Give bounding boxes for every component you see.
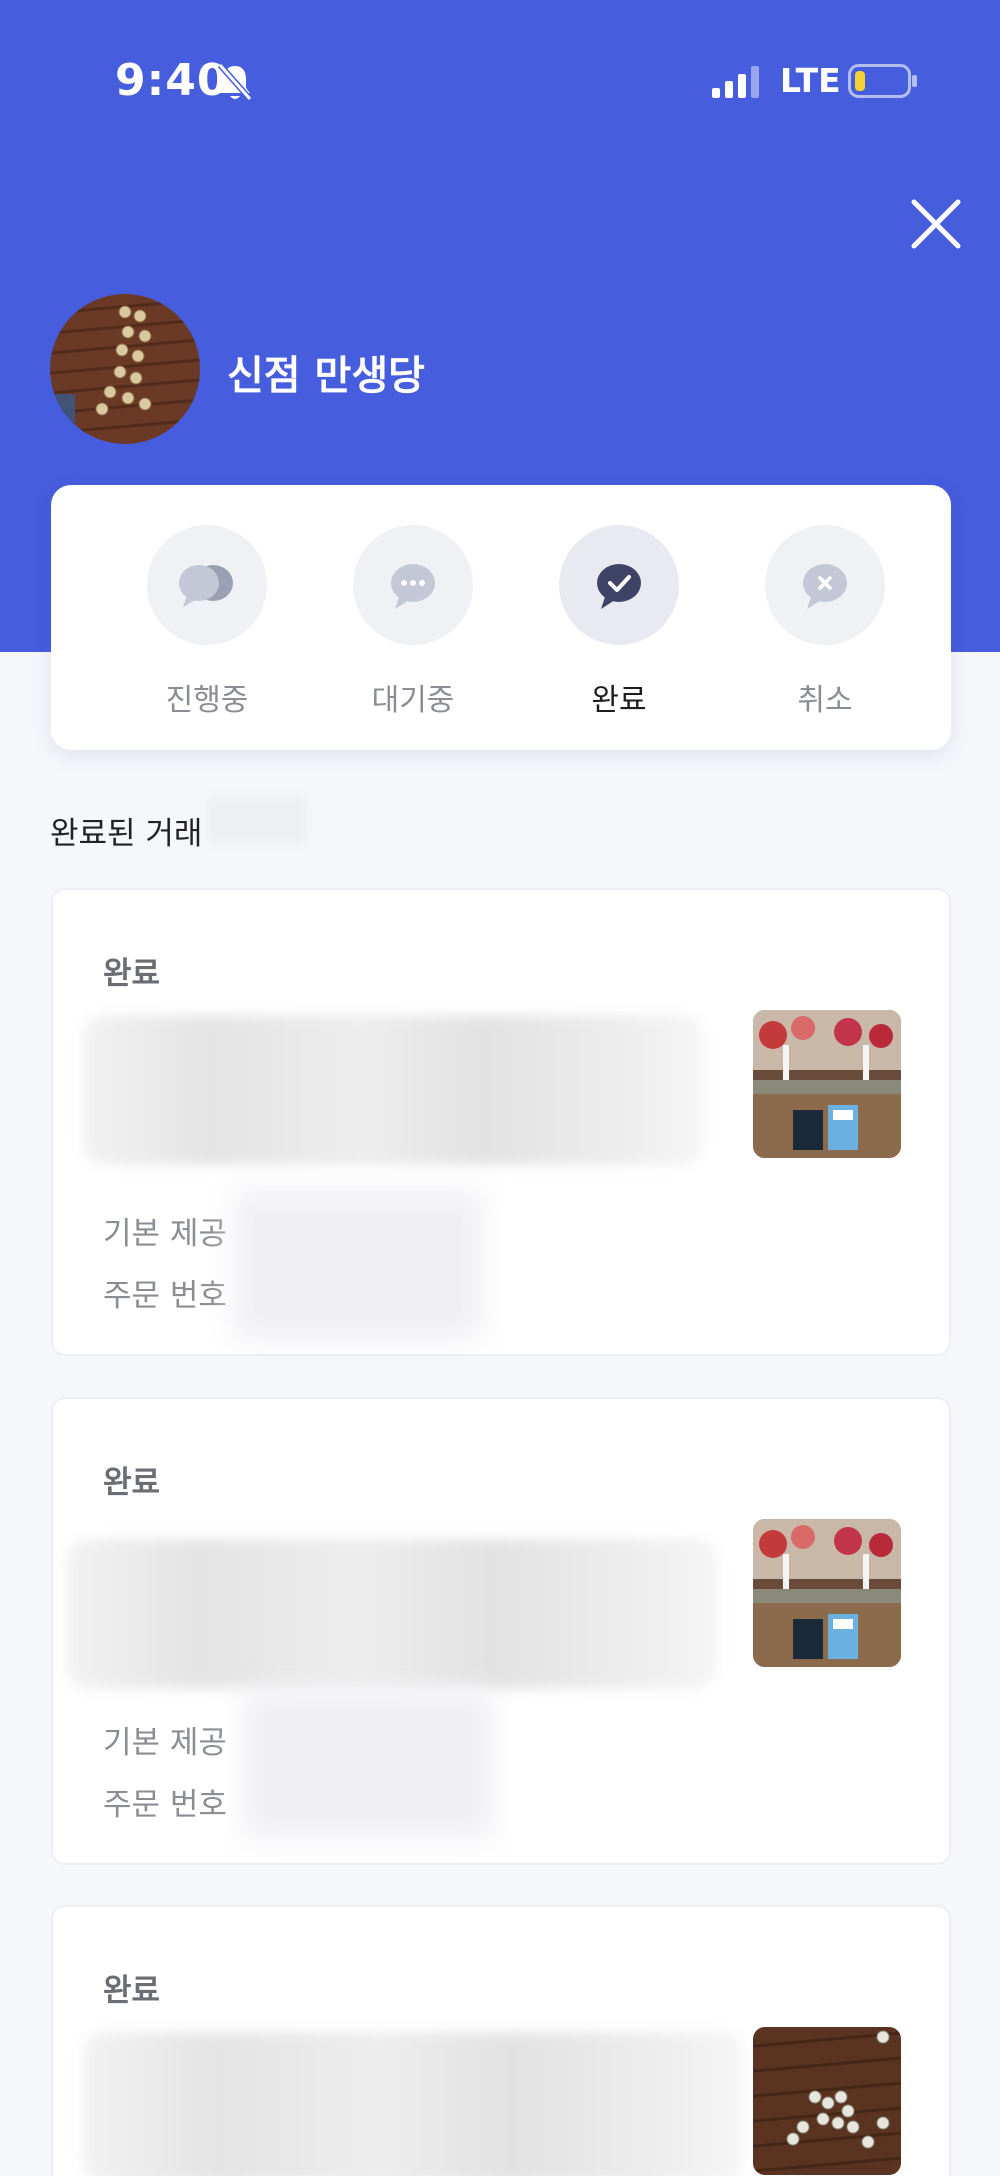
- redacted-title: [83, 1015, 703, 1165]
- redacted-title: [67, 1539, 717, 1689]
- redacted-count: [207, 795, 307, 845]
- chat-bubbles-icon: [179, 565, 233, 607]
- transaction-card[interactable]: 완료: [51, 1905, 951, 2176]
- store-avatar: [50, 294, 200, 444]
- tab-label: 취소: [797, 683, 853, 718]
- close-icon[interactable]: [908, 196, 964, 252]
- tab-cancelled[interactable]: 취소: [750, 525, 900, 725]
- default-offer-label: 기본 제공: [103, 1216, 227, 1252]
- tab-label: 대기중: [371, 683, 455, 718]
- status-bar: 9:40 LTE: [0, 0, 1000, 160]
- order-number-label: 주문 번호: [103, 1278, 227, 1314]
- redacted-details: [243, 1689, 493, 1839]
- transaction-card[interactable]: 완료 기본 제공 주문 번호: [51, 888, 951, 1356]
- check-bubble-icon: [597, 564, 641, 609]
- card-status: 완료: [103, 1973, 161, 2009]
- transaction-card[interactable]: 완료 기본 제공 주문 번호: [51, 1397, 951, 1865]
- product-thumbnail: [753, 1010, 901, 1158]
- redacted-title: [83, 2032, 743, 2176]
- bell-off-icon: [217, 63, 253, 101]
- tab-waiting[interactable]: 대기중: [338, 525, 488, 725]
- card-status: 완료: [103, 1465, 161, 1501]
- section-title: 완료된 거래: [50, 816, 203, 852]
- battery-icon: [848, 64, 917, 98]
- ellipsis-bubble-icon: [391, 564, 435, 609]
- cancel-bubble-icon: [803, 564, 847, 609]
- order-number-label: 주문 번호: [103, 1787, 227, 1823]
- store-name: 신점 만생당: [227, 353, 425, 399]
- status-tabs: 진행중 대기중 완료 취소: [51, 485, 951, 750]
- default-offer-label: 기본 제공: [103, 1725, 227, 1761]
- tab-label: 완료: [591, 683, 647, 718]
- redacted-details: [233, 1190, 483, 1340]
- tab-label: 진행중: [165, 683, 249, 718]
- product-thumbnail: [753, 1519, 901, 1667]
- card-status: 완료: [103, 956, 161, 992]
- product-thumbnail: [753, 2027, 901, 2175]
- signal-icon: [712, 66, 759, 98]
- status-time: 9:40: [115, 55, 229, 106]
- tab-in-progress[interactable]: 진행중: [132, 525, 282, 725]
- network-type: LTE: [780, 61, 841, 100]
- tab-completed[interactable]: 완료: [544, 525, 694, 725]
